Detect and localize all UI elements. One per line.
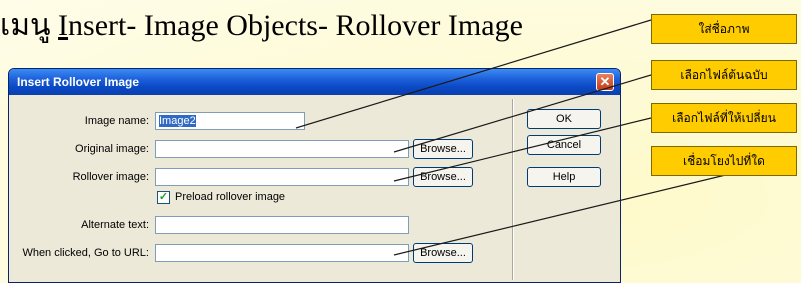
- callout-go-to-url: เชื่อมโยงไปที่ใด: [651, 146, 797, 176]
- callout-line-image-name: [295, 19, 652, 129]
- callout-image-name: ใส่ชื่อภาพ: [651, 14, 797, 44]
- callout-original-image: เลือกไฟล์ต้นฉบับ: [651, 60, 797, 90]
- callout-rollover-image: เลือกไฟล์ที่ให้เปลี่ยน: [651, 103, 797, 133]
- callout-line-rollover: [393, 117, 652, 182]
- callout-line-url: [393, 171, 739, 256]
